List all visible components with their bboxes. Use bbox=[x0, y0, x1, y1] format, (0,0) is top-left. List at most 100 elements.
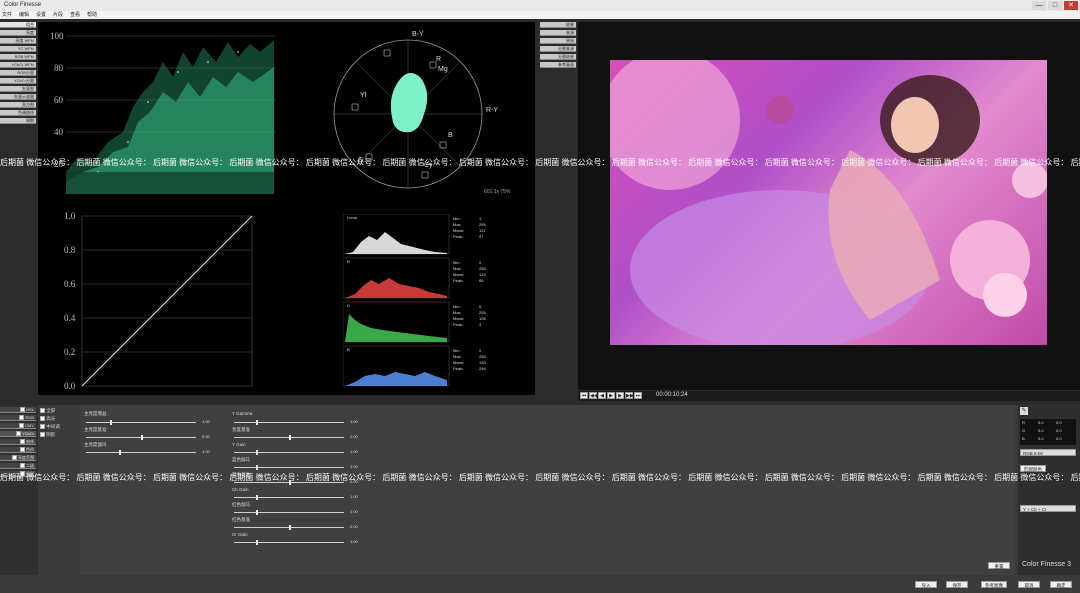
menu-settings[interactable]: 设置 bbox=[36, 11, 46, 19]
control-y-gamma-slider[interactable] bbox=[234, 420, 344, 425]
control-cr-gamma-knob[interactable] bbox=[256, 510, 258, 515]
control-cb-gain-knob[interactable] bbox=[256, 495, 258, 500]
scope-vectorscope-button[interactable]: 矢量示波器 bbox=[0, 94, 36, 100]
tab-luma-range-checkbox[interactable] bbox=[11, 455, 17, 461]
control-cb-gamma-value[interactable]: 1.00 bbox=[350, 464, 358, 469]
view-split-source-button[interactable]: 分割来源 bbox=[540, 46, 576, 52]
eyedropper-icon[interactable]: ✎ bbox=[1020, 407, 1028, 415]
next-frame-icon[interactable]: ▶▶ bbox=[625, 392, 634, 399]
scope-vector-button[interactable]: 矢量图 bbox=[0, 86, 36, 92]
range-shadows-checkbox[interactable] bbox=[40, 432, 45, 438]
scope-combo-button[interactable]: 组合 bbox=[0, 22, 36, 28]
maximize-button[interactable]: □ bbox=[1048, 1, 1062, 10]
menu-file[interactable]: 文件 bbox=[2, 11, 12, 19]
control-luma-gamma-knob[interactable] bbox=[119, 450, 121, 455]
import-button[interactable]: 导入 bbox=[915, 581, 937, 588]
control-cr-base-knob[interactable] bbox=[289, 525, 291, 530]
tab-levels-checkbox[interactable] bbox=[19, 447, 25, 453]
scope-rgb-wfm-button[interactable]: RGB WFM bbox=[0, 54, 36, 60]
tab-curves-checkbox[interactable] bbox=[19, 439, 25, 445]
minimize-button[interactable]: — bbox=[1032, 1, 1046, 10]
range-shadows[interactable]: 阴影 bbox=[40, 431, 78, 439]
scope-rgb-parade-button[interactable]: RGB分量 bbox=[0, 70, 36, 76]
view-result-button[interactable]: 结果 bbox=[540, 22, 576, 28]
tab-secondary[interactable]: 二级 bbox=[0, 463, 36, 469]
control-luma-base-slider[interactable] bbox=[86, 435, 196, 440]
control-cr-base-value[interactable]: 0.00 bbox=[350, 524, 358, 529]
tab-rgb[interactable]: RGB bbox=[0, 415, 36, 421]
control-y-gamma-value[interactable]: 1.00 bbox=[350, 419, 358, 424]
view-original-button[interactable]: 原始 bbox=[540, 38, 576, 44]
control-cr-gain-knob[interactable] bbox=[256, 540, 258, 545]
control-y-base-value[interactable]: 0.00 bbox=[350, 434, 358, 439]
menu-view[interactable]: 查看 bbox=[70, 11, 80, 19]
menu-help[interactable]: 帮助 bbox=[87, 11, 97, 19]
scope-period-button[interactable]: 周期 bbox=[0, 118, 36, 124]
control-cb-gain-slider[interactable] bbox=[234, 495, 344, 500]
control-luma-gamma-slider[interactable] bbox=[86, 450, 196, 455]
control-cr-base-slider[interactable] bbox=[234, 525, 344, 530]
ycc-mode-select[interactable]: Y + Cb + Cr bbox=[1020, 505, 1076, 512]
control-luma-gain-knob[interactable] bbox=[110, 420, 113, 425]
menu-edit[interactable]: 编辑 bbox=[19, 11, 29, 19]
reset-button[interactable]: 重置 bbox=[988, 562, 1010, 569]
scope-luma-wfm-button[interactable]: 亮度 WFM bbox=[0, 38, 36, 44]
control-luma-base-knob[interactable] bbox=[141, 435, 143, 440]
prev-frame-icon[interactable]: ◀◀ bbox=[589, 392, 598, 399]
control-y-gamma-knob[interactable] bbox=[256, 420, 258, 425]
tab-cmy-checkbox[interactable] bbox=[18, 423, 24, 429]
tab-levels[interactable]: 色阶 bbox=[0, 447, 36, 453]
tab-ycbcr[interactable]: YCbCr bbox=[0, 431, 36, 437]
tab-curves[interactable]: 曲线 bbox=[0, 439, 36, 445]
range-highlights[interactable]: 高光 bbox=[40, 415, 78, 423]
control-y-gain-value[interactable]: 1.00 bbox=[350, 449, 358, 454]
control-cr-gamma-slider[interactable] bbox=[234, 510, 344, 515]
close-button[interactable]: ✕ bbox=[1064, 1, 1078, 10]
scope-ycbcr-wfm-button[interactable]: YCbCr WFM bbox=[0, 62, 36, 68]
control-y-gain-slider[interactable] bbox=[234, 450, 344, 455]
menu-clip[interactable]: 片段 bbox=[53, 11, 63, 19]
step-forward-icon[interactable]: ▶ bbox=[616, 392, 624, 399]
scope-yc-wfm-button[interactable]: YC WFM bbox=[0, 46, 36, 52]
ok-button[interactable]: 确定 bbox=[1050, 581, 1072, 588]
view-split-result-button[interactable]: 分割结果 bbox=[540, 54, 576, 60]
color-mode-select[interactable]: RGB 8-bit bbox=[1020, 449, 1076, 456]
range-midtones-checkbox[interactable] bbox=[40, 424, 45, 430]
match-color-button[interactable]: 匹配颜色 bbox=[1020, 465, 1046, 472]
scope-luma-button[interactable]: 亮度 bbox=[0, 30, 36, 36]
range-all-checkbox[interactable] bbox=[40, 408, 45, 414]
save-button[interactable]: 保存 bbox=[946, 581, 968, 588]
control-luma-gain-slider[interactable] bbox=[86, 420, 196, 425]
view-reference-button[interactable]: 参考画面 bbox=[540, 62, 576, 68]
tab-luma-range[interactable]: 亮度范围 bbox=[0, 455, 36, 461]
last-frame-icon[interactable]: ⏭ bbox=[634, 392, 642, 399]
scope-histogram-button[interactable]: 直方图 bbox=[0, 102, 36, 108]
tab-ycbcr-checkbox[interactable] bbox=[15, 431, 21, 437]
control-y-base-slider[interactable] bbox=[234, 435, 344, 440]
control-luma-gamma-value[interactable]: 1.00 bbox=[202, 449, 210, 454]
tab-hsl[interactable]: HSL bbox=[0, 407, 36, 413]
tab-secondary-checkbox[interactable] bbox=[19, 463, 25, 469]
control-cb-gain-value[interactable]: 1.00 bbox=[350, 494, 358, 499]
view-source-button[interactable]: 来源 bbox=[540, 30, 576, 36]
control-cr-gain-value[interactable]: 1.00 bbox=[350, 539, 358, 544]
range-midtones[interactable]: 中间调 bbox=[40, 423, 78, 431]
range-all[interactable]: 全部 bbox=[40, 407, 78, 415]
tab-cmy[interactable]: CMY bbox=[0, 423, 36, 429]
step-back-icon[interactable]: ◀ bbox=[598, 392, 606, 399]
play-icon[interactable]: ▶ bbox=[607, 392, 615, 399]
tab-rgb-checkbox[interactable] bbox=[19, 415, 25, 421]
control-y-gain-knob[interactable] bbox=[256, 450, 258, 455]
control-cr-gain-slider[interactable] bbox=[234, 540, 344, 545]
first-frame-icon[interactable]: ⏮ bbox=[580, 392, 588, 399]
control-y-base-knob[interactable] bbox=[289, 435, 291, 440]
control-cb-gamma-slider[interactable] bbox=[234, 465, 344, 470]
scope-curve-button[interactable]: 色调曲线 bbox=[0, 110, 36, 116]
tab-hsl-checkbox[interactable] bbox=[20, 407, 26, 413]
reference-image-button[interactable]: 参考图像 bbox=[981, 581, 1007, 588]
control-luma-gain-value[interactable]: 1.00 bbox=[202, 419, 210, 424]
control-cr-gamma-value[interactable]: 1.00 bbox=[350, 509, 358, 514]
range-highlights-checkbox[interactable] bbox=[40, 416, 45, 422]
scope-ycbcr-parade-button[interactable]: YCbCr分量 bbox=[0, 78, 36, 84]
cancel-button[interactable]: 取消 bbox=[1018, 581, 1040, 588]
